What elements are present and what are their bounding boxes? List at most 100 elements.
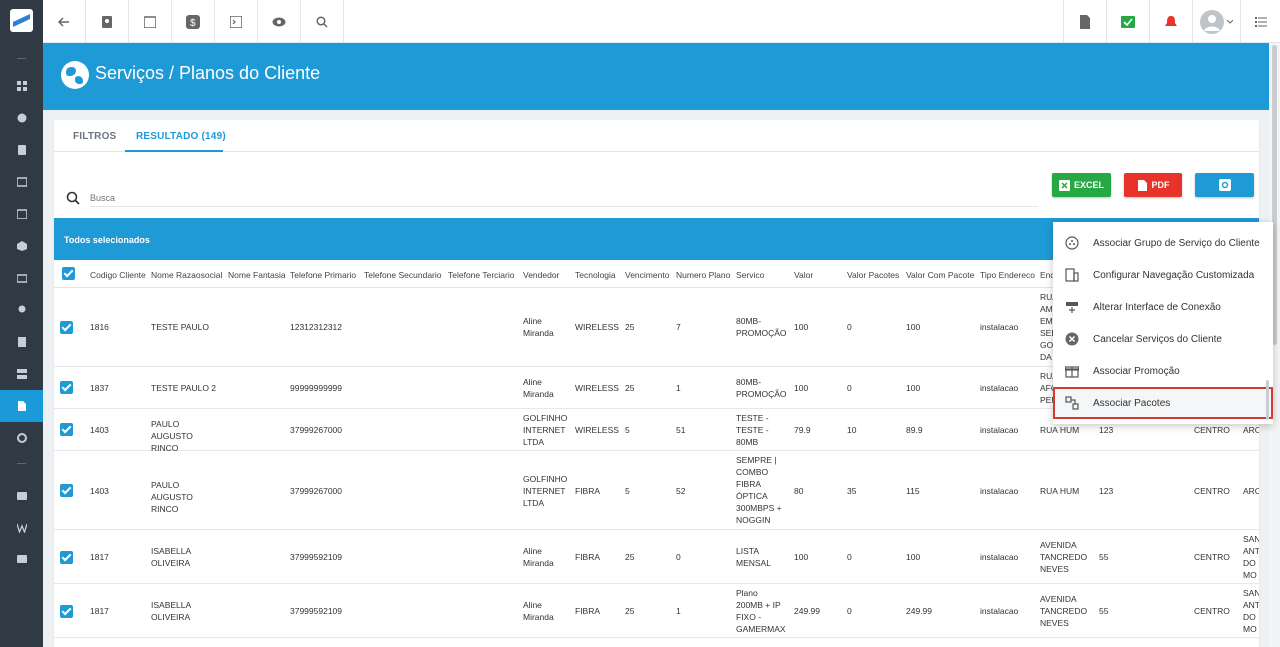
row-checkbox[interactable] <box>60 321 73 334</box>
cell-valor-pacotes: 0 <box>847 383 852 393</box>
column-header[interactable]: Vencimento <box>625 270 669 280</box>
contact-button[interactable] <box>86 0 129 43</box>
active-tab-indicator <box>125 150 223 152</box>
menu-scrollbar[interactable] <box>1266 380 1269 420</box>
cell-valor-com-pacote: 89.9 <box>906 425 923 435</box>
cell-telefone: 99999999999 <box>290 383 343 393</box>
cell-tipo-endereco: instalacao <box>980 322 1019 332</box>
calendar-icon[interactable] <box>0 198 43 230</box>
cell-valor-com-pacote: 100 <box>906 322 921 332</box>
video-icon[interactable] <box>0 480 43 512</box>
cancel-icon <box>1065 332 1079 346</box>
row-checkbox[interactable] <box>60 381 73 394</box>
globe-icon <box>61 61 89 89</box>
actions-button[interactable] <box>1195 173 1254 197</box>
cell-vencimento: 5 <box>625 486 630 496</box>
cell-tipo-endereco: instalacao <box>980 383 1019 393</box>
cell-nome: TESTE PAULO 2 <box>151 383 217 393</box>
menu-item-alterar-interface[interactable]: Alterar Interface de Conexão <box>1053 291 1273 323</box>
document-icon[interactable] <box>0 326 43 358</box>
table-row[interactable]: 1403 PAULO AUGUSTO RINCO 37999267000 GOL… <box>54 451 1259 530</box>
cell-nome: PAULO AUGUSTO RINCO <box>151 419 193 453</box>
app-logo[interactable] <box>10 9 33 32</box>
column-header[interactable]: Tecnologia <box>575 270 616 280</box>
column-header[interactable]: Valor Com Pacote <box>906 270 974 280</box>
column-header[interactable]: Servico <box>736 270 764 280</box>
pdf-button-label: PDF <box>1151 180 1170 190</box>
finance-button[interactable]: $ <box>172 0 215 43</box>
sidebar <box>0 0 43 647</box>
menu-button[interactable] <box>1240 0 1280 43</box>
dashboard-icon[interactable] <box>0 70 43 102</box>
cell-tecnologia: FIBRA <box>575 486 601 496</box>
menu-item-label: Cancelar Serviços do Cliente <box>1093 333 1222 345</box>
wiki-icon[interactable] <box>0 512 43 544</box>
schedule-button[interactable] <box>129 0 172 43</box>
search-icon <box>316 15 328 28</box>
tab-resultado[interactable]: RESULTADO (149) <box>136 131 226 142</box>
server-icon[interactable] <box>0 358 43 390</box>
column-header[interactable]: Telefone Primario <box>290 270 356 280</box>
menu-item-label: Associar Promoção <box>1093 365 1180 377</box>
view-button[interactable] <box>258 0 301 43</box>
column-header[interactable]: Telefone Terciario <box>448 270 514 280</box>
building-icon <box>1065 268 1079 282</box>
cell-tecnologia: FIBRA <box>575 606 601 616</box>
excel-export-button[interactable]: EXCEL <box>1052 173 1111 197</box>
cell-plano: 0 <box>676 552 681 562</box>
column-header[interactable]: Tipo Endereco <box>980 270 1035 280</box>
actions-menu: Associar Grupo de Serviço do Cliente Con… <box>1053 222 1273 424</box>
money-icon[interactable] <box>0 262 43 294</box>
terminal-button[interactable] <box>215 0 258 43</box>
chat-icon[interactable] <box>0 544 43 576</box>
cell-servico: Plano 200MB + IP FIXO - GAMERMAX <box>736 588 786 634</box>
cell-telefone: 37999592109 <box>290 552 343 562</box>
sidebar-item-services[interactable] <box>0 390 43 422</box>
tasks-button[interactable] <box>1106 0 1149 43</box>
column-header[interactable]: Valor Pacotes <box>847 270 899 280</box>
cell-valor-pacotes: 0 <box>847 322 852 332</box>
image-icon[interactable] <box>0 166 43 198</box>
table-row[interactable]: 1817 ISABELLA OLIVEIRA 37999592109 Aline… <box>54 530 1259 584</box>
table-row[interactable]: 1817 ISABELLA OLIVEIRA 37999592109 Aline… <box>54 584 1259 638</box>
column-header[interactable]: Valor <box>794 270 813 280</box>
settings-icon <box>1218 179 1231 191</box>
menu-item-associar-pacotes[interactable]: Associar Pacotes <box>1053 387 1273 419</box>
column-header[interactable]: Nome Fantasia <box>228 270 286 280</box>
location-icon[interactable] <box>0 294 43 326</box>
pdf-export-button[interactable]: PDF <box>1124 173 1182 197</box>
cell-tipo-endereco: instalacao <box>980 486 1019 496</box>
column-header[interactable]: Codigo Cliente <box>90 270 146 280</box>
column-header[interactable]: Telefone Secundario <box>364 270 442 280</box>
row-checkbox[interactable] <box>60 605 73 618</box>
avatar <box>1200 9 1224 34</box>
user-menu[interactable] <box>1192 0 1240 43</box>
row-checkbox[interactable] <box>60 423 73 436</box>
cell-codigo: 1403 <box>90 425 109 435</box>
search-button[interactable] <box>301 0 344 43</box>
column-header[interactable]: Numero Plano <box>676 270 730 280</box>
menu-item-associar-grupo[interactable]: Associar Grupo de Serviço do Cliente <box>1053 227 1273 259</box>
contact-icon[interactable] <box>0 134 43 166</box>
cell-tipo-endereco: instalacao <box>980 425 1019 435</box>
cell-vendedor: Aline Miranda <box>523 377 554 399</box>
menu-item-associar-promocao[interactable]: Associar Promoção <box>1053 355 1273 387</box>
row-checkbox[interactable] <box>60 484 73 497</box>
box-icon[interactable] <box>0 230 43 262</box>
menu-item-cancelar-servicos[interactable]: Cancelar Serviços do Cliente <box>1053 323 1273 355</box>
tab-filtros[interactable]: FILTROS <box>73 131 116 142</box>
alerts-button[interactable] <box>1149 0 1192 43</box>
settings-icon[interactable] <box>0 422 43 454</box>
palette-icon[interactable] <box>0 102 43 134</box>
menu-item-configurar-navegacao[interactable]: Configurar Navegação Customizada <box>1053 259 1273 291</box>
column-header[interactable]: Vendedor <box>523 270 559 280</box>
select-all-checkbox[interactable] <box>62 267 75 280</box>
cell-vencimento: 25 <box>625 322 635 332</box>
column-header[interactable]: Nome Razaosocial <box>151 270 222 280</box>
back-button[interactable] <box>43 0 86 43</box>
cell-vendedor: Aline Miranda <box>523 546 554 568</box>
pdf-file-button[interactable] <box>1063 0 1106 43</box>
row-checkbox[interactable] <box>60 551 73 564</box>
search-input[interactable] <box>90 189 1038 207</box>
cell-valor-pacotes: 0 <box>847 552 852 562</box>
